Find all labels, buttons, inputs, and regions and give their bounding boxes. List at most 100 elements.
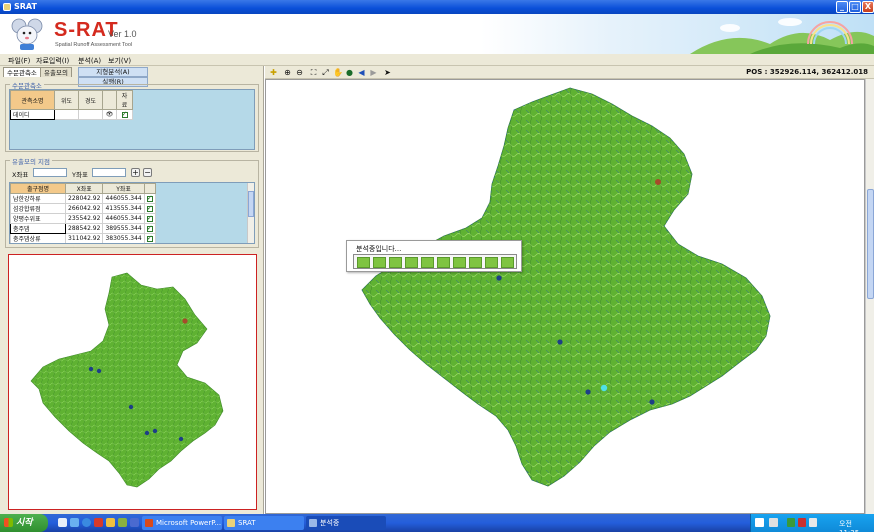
outlet-grid-scrollbar[interactable] — [247, 183, 254, 243]
outlet-marker[interactable] — [649, 399, 655, 405]
outlet-name-cell[interactable]: 충주댐 — [10, 223, 66, 234]
task-powerpoint[interactable]: Microsoft PowerP... — [142, 516, 222, 530]
outlet-checkbox[interactable] — [146, 224, 153, 232]
menu-file[interactable]: 파일(F) — [8, 56, 30, 66]
station-name-cell[interactable]: 데이디 — [10, 109, 55, 120]
zoom-out-icon[interactable]: ⊖ — [295, 68, 304, 77]
menu-data-input[interactable]: 자료입력(I) — [36, 56, 69, 66]
outlet-marker[interactable] — [96, 368, 102, 374]
selected-outlet-marker[interactable] — [600, 384, 608, 392]
y-coord-input[interactable] — [92, 168, 126, 177]
add-outlet-button[interactable]: + — [131, 168, 140, 177]
outlet-checkbox[interactable] — [146, 214, 153, 222]
task-srat[interactable]: SRAT — [224, 516, 304, 530]
col-outlet-name[interactable]: 출구점명 — [10, 183, 66, 194]
quicklaunch-desktop-icon[interactable] — [58, 518, 67, 527]
outlet-marker[interactable] — [128, 404, 134, 410]
forward-icon[interactable]: ▶ — [369, 68, 378, 77]
terrain-analysis-button[interactable]: 지형분석(A) — [78, 67, 148, 77]
outlet-y-cell[interactable]: 446055.344 — [102, 213, 145, 224]
quicklaunch-folder-icon[interactable] — [106, 518, 115, 527]
outlet-checkbox[interactable] — [146, 234, 153, 242]
close-button[interactable]: X — [862, 1, 874, 13]
outlet-marker[interactable] — [557, 339, 563, 345]
outlet-name-cell[interactable]: 양평수위표 — [10, 213, 66, 224]
outlet-y-cell[interactable]: 446055.344 — [102, 193, 145, 204]
fixed-zoom-icon[interactable]: ⤢ — [321, 68, 330, 77]
col-lat[interactable]: 위도 — [54, 90, 79, 110]
outlet-y-cell[interactable]: 389555.344 — [102, 223, 145, 234]
station-lon-cell[interactable] — [78, 109, 103, 120]
outlet-marker[interactable] — [178, 436, 184, 442]
station-marker[interactable] — [182, 318, 188, 324]
table-row[interactable]: 남한강하류 228042.92 446055.344 — [10, 193, 156, 204]
eye-icon[interactable]: 👁 — [106, 111, 114, 118]
outlet-x-cell[interactable]: 235542.92 — [64, 213, 104, 224]
zoom-in-icon[interactable]: ⊕ — [283, 68, 292, 77]
outlet-x-cell[interactable]: 228042.92 — [64, 193, 104, 204]
outlet-marker[interactable] — [88, 366, 94, 372]
station-marker[interactable] — [655, 179, 661, 185]
col-x-coord[interactable]: X좌표 — [64, 183, 104, 194]
table-row[interactable]: 데이디 👁 — [10, 109, 133, 120]
full-extent-icon[interactable]: ⛶ — [309, 68, 318, 77]
outlet-y-cell[interactable]: 383055.344 — [102, 233, 145, 243]
outlet-marker[interactable] — [144, 430, 150, 436]
outlet-x-cell[interactable]: 288542.92 — [64, 223, 104, 234]
tab-hydro-stations[interactable]: 수문관측소 — [3, 67, 41, 77]
remove-outlet-button[interactable]: − — [143, 168, 152, 177]
col-station-name[interactable]: 관측소명 — [10, 90, 55, 110]
table-row[interactable]: 섬강합류점 266042.92 413555.344 — [10, 203, 156, 214]
outlet-marker[interactable] — [152, 428, 158, 434]
outlet-marker[interactable] — [585, 389, 591, 395]
network-icon[interactable] — [787, 518, 795, 527]
start-button[interactable]: 시작 — [0, 514, 48, 532]
quicklaunch-tool-icon[interactable] — [118, 518, 127, 527]
back-icon[interactable]: ◀ — [357, 68, 366, 77]
volume-icon[interactable] — [809, 518, 817, 527]
maximize-button[interactable]: □ — [849, 1, 861, 13]
quicklaunch-browser-icon[interactable] — [82, 518, 91, 527]
tab-runoff-simulation[interactable]: 유출모의 — [40, 67, 72, 77]
minimize-button[interactable]: _ — [836, 1, 848, 13]
map-scrollbar-thumb[interactable] — [867, 189, 874, 299]
col-y-coord[interactable]: Y좌표 — [102, 183, 145, 194]
quicklaunch-explorer-icon[interactable] — [70, 518, 79, 527]
map-scrollbar[interactable] — [865, 79, 874, 514]
task-analyzing[interactable]: 분석중 — [306, 516, 386, 530]
outlet-y-cell[interactable]: 413555.344 — [102, 203, 145, 214]
col-lon[interactable]: 경도 — [78, 90, 103, 110]
table-row[interactable]: 충주댐 288542.92 389555.344 — [10, 223, 156, 234]
pan-icon[interactable]: ✋ — [333, 68, 343, 77]
clock[interactable]: 오전 11:35 — [839, 519, 874, 532]
security-icon[interactable] — [798, 518, 806, 527]
x-coord-input[interactable] — [33, 168, 67, 177]
col-data[interactable]: 자료 — [116, 90, 133, 110]
quicklaunch-app-icon[interactable] — [94, 518, 103, 527]
outlet-name-cell[interactable]: 충주댐상류 — [10, 233, 66, 243]
globe-icon[interactable]: ● — [345, 68, 354, 77]
outlet-name-cell[interactable]: 섬강합류점 — [10, 203, 66, 214]
col-view[interactable] — [102, 90, 117, 110]
outlet-checkbox[interactable] — [146, 194, 153, 202]
pointer-icon[interactable]: ➤ — [383, 68, 392, 77]
outlet-name-cell[interactable]: 남한강하류 — [10, 193, 66, 204]
table-row[interactable]: 충주댐상류 311042.92 383055.344 — [10, 233, 156, 243]
outlet-x-cell[interactable]: 266042.92 — [64, 203, 104, 214]
help-icon[interactable] — [755, 518, 764, 527]
outlet-checkbox[interactable] — [146, 204, 153, 212]
outlet-x-cell[interactable]: 311042.92 — [64, 233, 104, 243]
srat-icon — [227, 519, 235, 527]
overview-map[interactable] — [8, 254, 257, 510]
table-row[interactable]: 양평수위표 235542.92 446055.344 — [10, 213, 156, 224]
station-lat-cell[interactable] — [54, 109, 79, 120]
menu-view[interactable]: 보기(V) — [108, 56, 131, 66]
outlet-marker[interactable] — [496, 275, 502, 281]
keyboard-icon[interactable] — [769, 518, 778, 527]
data-checkbox[interactable] — [121, 110, 128, 118]
scrollbar-thumb[interactable] — [248, 191, 254, 217]
main-map-view[interactable] — [265, 79, 865, 514]
menu-analysis[interactable]: 분석(A) — [78, 56, 101, 66]
add-layer-icon[interactable]: ✚ — [269, 68, 278, 77]
quicklaunch-media-icon[interactable] — [130, 518, 139, 527]
